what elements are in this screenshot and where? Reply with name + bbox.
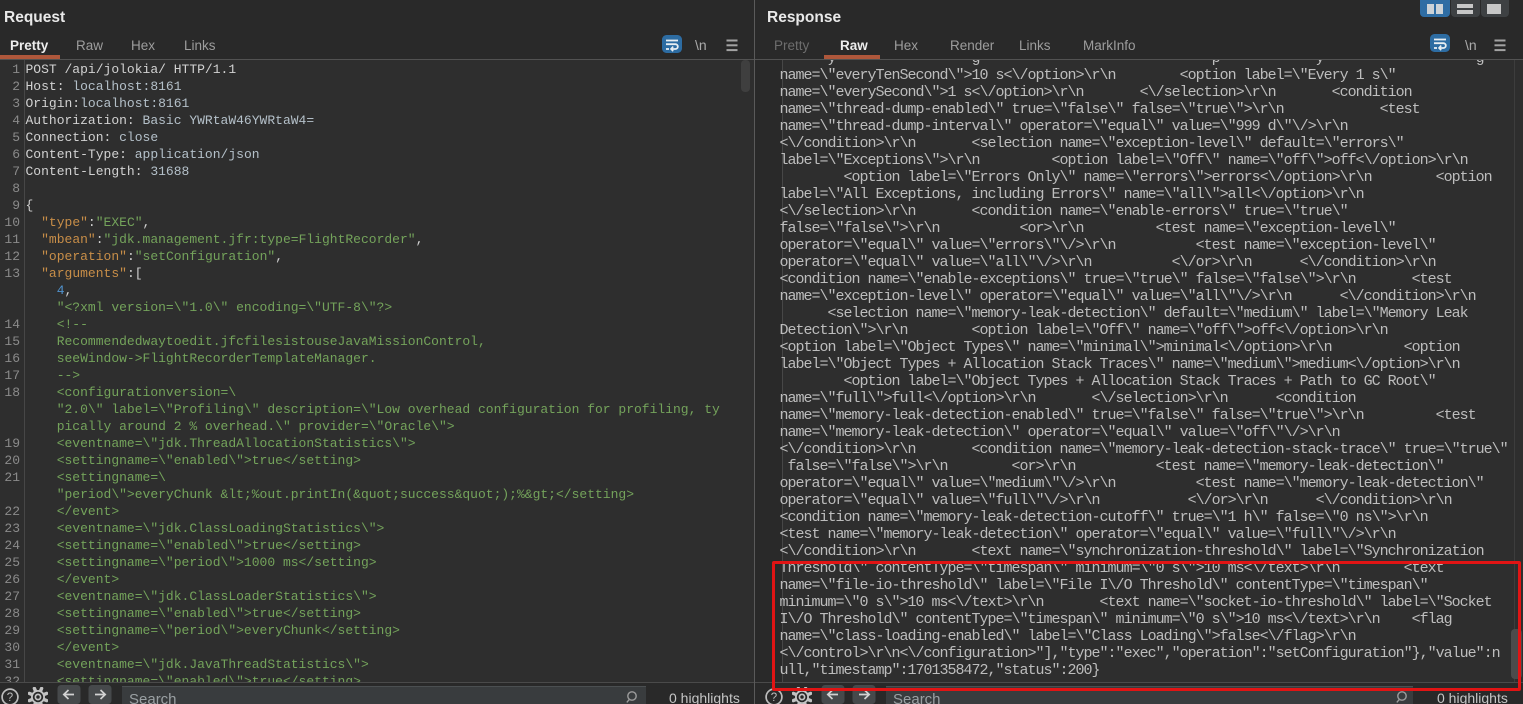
svg-text:?: ?	[6, 692, 12, 704]
svg-text:?: ?	[770, 692, 776, 704]
